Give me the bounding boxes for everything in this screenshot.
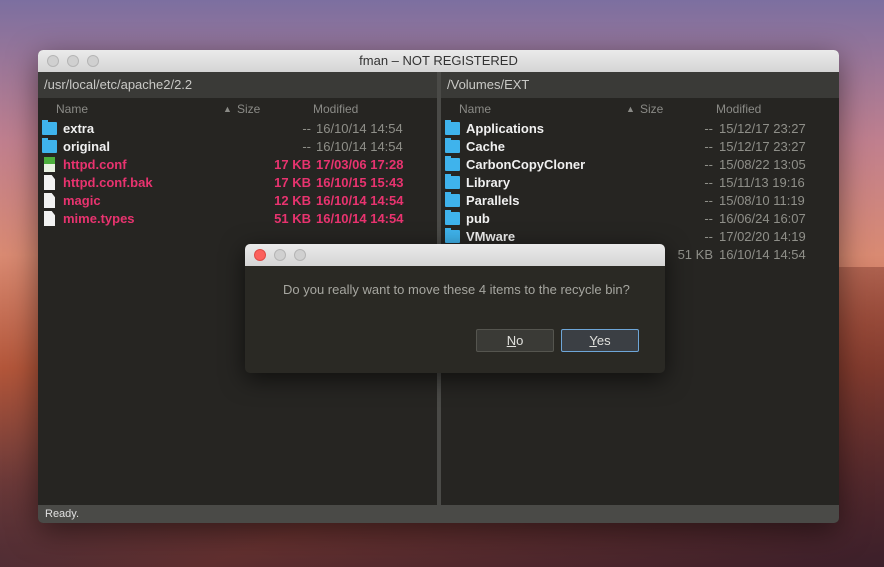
file-row[interactable]: magic 12 KB 16/10/14 14:54: [38, 192, 437, 210]
file-modified: 15/08/10 11:19: [719, 193, 805, 208]
file-name: pub: [466, 211, 490, 226]
file-modified: 15/08/22 13:05: [719, 157, 806, 172]
file-name: magic: [63, 193, 101, 208]
file-size: 51 KB: [677, 247, 713, 262]
file-size: --: [704, 139, 713, 154]
folder-icon: [42, 120, 57, 135]
file-size: --: [302, 139, 311, 154]
file-name: httpd.conf: [63, 157, 127, 172]
file-row[interactable]: Parallels -- 15/08/10 11:19: [441, 192, 839, 210]
column-size[interactable]: Size: [640, 98, 663, 120]
path-bar[interactable]: /usr/local/etc/apache2/2.2: [38, 72, 437, 98]
sort-ascending-icon: ▲: [626, 104, 635, 114]
file-size: --: [704, 229, 713, 244]
file-icon: [44, 211, 55, 226]
file-size: --: [704, 175, 713, 190]
folder-icon: [42, 138, 57, 153]
close-button[interactable]: [47, 55, 59, 67]
file-size: 51 KB: [274, 211, 311, 226]
file-modified: 16/10/14 14:54: [316, 193, 404, 208]
file-modified: 16/06/24 16:07: [719, 211, 806, 226]
dialog-title-bar: [245, 244, 665, 266]
file-modified: 16/10/14 14:54: [316, 211, 404, 226]
file-icon: [44, 193, 55, 208]
file-row[interactable]: extra -- 16/10/14 14:54: [38, 120, 437, 138]
file-row[interactable]: Applications -- 15/12/17 23:27: [441, 120, 839, 138]
column-modified[interactable]: Modified: [313, 98, 358, 120]
file-name: httpd.conf.bak: [63, 175, 153, 190]
file-name: Library: [466, 175, 511, 190]
file-modified: 15/12/17 23:27: [719, 139, 806, 154]
sort-ascending-icon: ▲: [223, 104, 232, 114]
column-header: Name ▲ Size Modified: [441, 98, 839, 120]
column-name[interactable]: Name: [459, 98, 491, 120]
file-size: 17 KB: [274, 175, 311, 190]
folder-icon: [445, 174, 460, 189]
column-size[interactable]: Size: [237, 98, 260, 120]
window-title: fman – NOT REGISTERED: [359, 53, 518, 68]
file-modified: 16/10/15 15:43: [316, 175, 404, 190]
file-modified: 17/03/06 17:28: [316, 157, 404, 172]
file-modified: 17/02/20 14:19: [719, 229, 806, 244]
file-row[interactable]: Cache -- 15/12/17 23:27: [441, 138, 839, 156]
column-name[interactable]: Name: [56, 98, 88, 120]
file-size: 17 KB: [274, 157, 311, 172]
dialog-minimize-button: [274, 249, 286, 261]
file-name: Parallels: [466, 193, 520, 208]
file-row[interactable]: httpd.conf.bak 17 KB 16/10/15 15:43: [38, 174, 437, 192]
folder-icon: [445, 228, 460, 243]
file-modified: 16/10/14 14:54: [316, 121, 403, 136]
file-modified: 16/10/14 14:54: [316, 139, 403, 154]
file-name: Applications: [466, 121, 545, 136]
file-name: CarbonCopyCloner: [466, 157, 586, 172]
file-row[interactable]: original -- 16/10/14 14:54: [38, 138, 437, 156]
folder-icon: [445, 210, 460, 225]
file-size: --: [704, 121, 713, 136]
folder-icon: [445, 192, 460, 207]
file-size: --: [704, 157, 713, 172]
confirm-dialog: Do you really want to move these 4 items…: [245, 244, 665, 373]
file-modified: 15/12/17 23:27: [719, 121, 806, 136]
file-name: Cache: [466, 139, 506, 154]
dialog-message: Do you really want to move these 4 items…: [283, 282, 630, 297]
folder-icon: [445, 138, 460, 153]
file-modified: 16/10/14 14:54: [719, 247, 806, 262]
file-name: mime.types: [63, 211, 135, 226]
file-row[interactable]: Library -- 15/11/13 19:16: [441, 174, 839, 192]
file-size: --: [704, 211, 713, 226]
file-row[interactable]: mime.types 51 KB 16/10/14 14:54: [38, 210, 437, 228]
file-size: --: [302, 121, 311, 136]
folder-icon: [445, 156, 460, 171]
file-icon: [44, 175, 55, 190]
file-name: original: [63, 139, 110, 154]
title-bar: fman – NOT REGISTERED: [38, 50, 839, 72]
column-header: Name ▲ Size Modified: [38, 98, 437, 120]
config-file-icon: [44, 157, 55, 172]
file-row[interactable]: CarbonCopyCloner -- 15/08/22 13:05: [441, 156, 839, 174]
path-bar[interactable]: /Volumes/EXT: [441, 72, 839, 98]
no-button[interactable]: No: [476, 329, 554, 352]
dialog-close-button[interactable]: [254, 249, 266, 261]
column-modified[interactable]: Modified: [716, 98, 761, 120]
file-size: 12 KB: [274, 193, 311, 208]
file-modified: 15/11/13 19:16: [719, 175, 805, 190]
minimize-button[interactable]: [67, 55, 79, 67]
folder-icon: [445, 120, 460, 135]
file-row[interactable]: pub -- 16/06/24 16:07: [441, 210, 839, 228]
dialog-zoom-button: [294, 249, 306, 261]
yes-button[interactable]: Yes: [561, 329, 639, 352]
file-row[interactable]: httpd.conf 17 KB 17/03/06 17:28: [38, 156, 437, 174]
file-size: --: [704, 193, 713, 208]
zoom-button[interactable]: [87, 55, 99, 67]
file-name: extra: [63, 121, 95, 136]
status-bar: Ready.: [38, 505, 839, 523]
